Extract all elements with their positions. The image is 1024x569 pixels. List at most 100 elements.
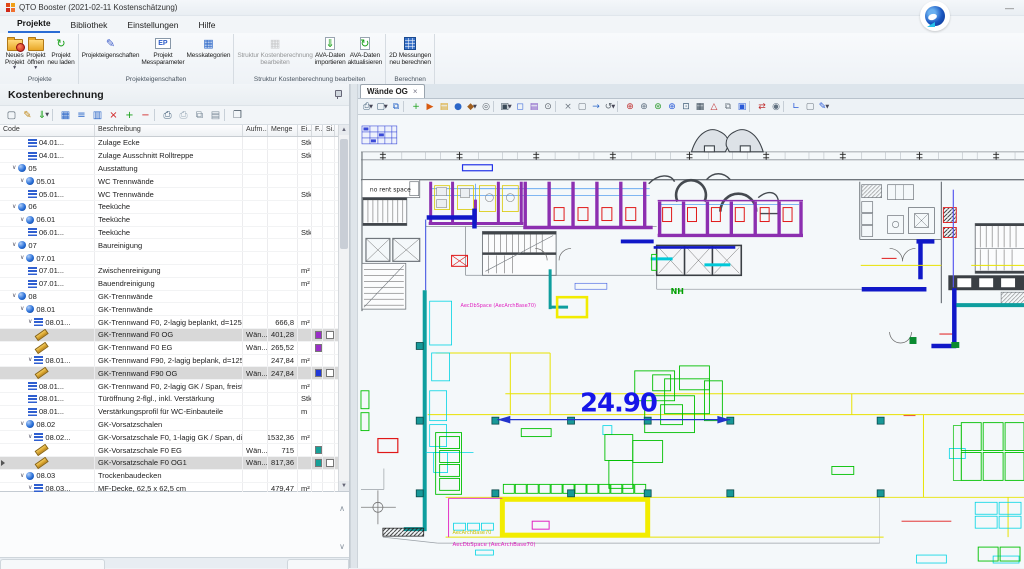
menu-item[interactable]: Bibliothek xyxy=(62,18,117,33)
collapse-chevron-icon[interactable]: ∨ xyxy=(20,306,24,312)
ribbon-button[interactable]: ▦ Messkategorien ▼ xyxy=(186,34,232,59)
visibility-swatch[interactable] xyxy=(326,459,334,467)
table-row[interactable]: ∨08.01... GK-Trennwand F0, 2-lagig bepla… xyxy=(0,316,338,329)
menu-item[interactable]: Einstellungen xyxy=(118,18,187,33)
select-region-icon[interactable]: ◻▼ xyxy=(513,100,527,113)
zoom-pan-icon[interactable]: ⊕▼ xyxy=(637,100,651,113)
tab-waende-og[interactable]: Wände OG × xyxy=(360,84,425,98)
tree-scrollbar[interactable]: ▲ ▼ xyxy=(338,125,349,491)
ribbon-button[interactable]: Projekt öffnen ▼ xyxy=(25,34,46,70)
visibility-icon[interactable]: ◉▼ xyxy=(769,100,783,113)
table-row[interactable]: ∨06.01 Teeküche xyxy=(0,214,338,227)
table-row[interactable]: ∨08.01... GK-Trennwand F90, 2-lagig bepl… xyxy=(0,355,338,368)
capture-image-icon[interactable]: ▤▼ xyxy=(527,100,541,113)
remove-entry-icon[interactable]: −▼ xyxy=(138,108,153,122)
tile-views-icon[interactable]: ▦▼ xyxy=(693,100,707,113)
table-row[interactable]: ∨ GK-Trennwand F90 OG Wän... 247,84 xyxy=(0,367,338,380)
scroll-down-icon[interactable]: ▼ xyxy=(339,481,349,491)
go-forward-icon[interactable]: →▼ xyxy=(589,100,603,113)
print-cancel-icon[interactable]: ⎙▼ xyxy=(176,108,191,122)
collapse-chevron-icon[interactable]: ∨ xyxy=(28,485,32,491)
table-header[interactable]: Code Beschreibung Aufm... Menge Ei... F.… xyxy=(0,125,338,137)
ribbon-button[interactable]: 2D Messungen neu berechnen ▼ xyxy=(388,34,432,66)
table-row[interactable]: ∨04.01... Zulage Ecke Stk xyxy=(0,137,338,150)
ribbon-button[interactable]: ↻ AVA-Daten aktualisieren ▼ xyxy=(347,34,384,66)
color-swatch[interactable] xyxy=(315,369,322,377)
table-row[interactable]: ∨06.01... Teeküche Stk xyxy=(0,227,338,240)
column-header[interactable]: F... xyxy=(312,125,323,136)
color-swatch[interactable] xyxy=(315,446,322,454)
collapse-chevron-icon[interactable]: ∨ xyxy=(20,255,24,261)
copy-icon[interactable]: ⧉▼ xyxy=(192,108,207,122)
add-measurement-icon[interactable]: +▼ xyxy=(409,100,423,113)
new-entry-icon[interactable]: ▢▼ xyxy=(4,108,19,122)
table-row[interactable]: ∨07.01 xyxy=(0,252,338,265)
floor-plan-canvas[interactable]: no rent space xyxy=(358,115,1024,568)
color-swatch[interactable] xyxy=(315,344,322,352)
separator[interactable]: ▼ xyxy=(154,109,159,121)
visibility-swatch[interactable] xyxy=(326,331,334,339)
table-row[interactable]: ∨ GK-Trennwand F0 OG Wän... 401,28 xyxy=(0,329,338,342)
collapse-down-icon[interactable]: ∨ xyxy=(339,542,345,551)
collapse-chevron-icon[interactable]: ∨ xyxy=(12,293,16,299)
scroll-up-icon[interactable]: ▲ xyxy=(339,125,349,135)
column-header[interactable]: Ei... xyxy=(298,125,312,136)
pivot-view-icon[interactable]: ▥▼ xyxy=(90,108,105,122)
ribbon-button[interactable]: ⇓ AVA-Daten importieren ▼ xyxy=(314,34,347,66)
export-icon[interactable]: ▢▼ xyxy=(375,100,389,113)
table-row[interactable]: ∨ GK-Vorsatzschale F0 OG1 Wän... 817,36 xyxy=(0,457,338,470)
draw-style-icon[interactable]: ✎▼ xyxy=(817,100,831,113)
ribbon-button[interactable]: Projekt Messparameter ▼ xyxy=(140,34,185,66)
table-row[interactable]: ∨07.01... Zwischenreinigung m² xyxy=(0,265,338,278)
close-view-icon[interactable]: ×▼ xyxy=(561,100,575,113)
table-row[interactable]: ∨07 Baureinigung xyxy=(0,239,338,252)
table-row[interactable]: ∨08.01 GK-Trennwände xyxy=(0,303,338,316)
pin-icon[interactable] xyxy=(334,90,341,99)
table-row[interactable]: ∨04.01... Zulage Ausschnitt Rolltreppe S… xyxy=(0,150,338,163)
collapse-chevron-icon[interactable]: ∨ xyxy=(12,204,16,210)
record-icon[interactable]: ◎▼ xyxy=(479,100,493,113)
browser-globe-icon[interactable]: ●▼ xyxy=(451,100,465,113)
zoom-refresh-icon[interactable]: ⊛▼ xyxy=(651,100,665,113)
add-entry-icon[interactable]: +▼ xyxy=(122,108,137,122)
display-settings-icon[interactable]: ▣▼ xyxy=(499,100,513,113)
panel-splitter[interactable] xyxy=(350,84,358,568)
zoom-select-icon[interactable]: ⊙▼ xyxy=(541,100,555,113)
column-header[interactable]: Aufm... xyxy=(243,125,268,136)
table-view-icon[interactable]: ▦▼ xyxy=(58,108,73,122)
list-view-icon[interactable]: ≡▼ xyxy=(74,108,89,122)
column-header[interactable]: Menge xyxy=(268,125,298,136)
collapse-chevron-icon[interactable]: ∨ xyxy=(12,165,16,171)
collapse-chevron-icon[interactable]: ∨ xyxy=(28,434,32,440)
minimize-button[interactable]: — xyxy=(1001,5,1018,11)
column-header[interactable]: Beschreibung xyxy=(95,125,243,136)
ribbon-button[interactable]: ✎ Projekteigenschaften ▼ xyxy=(81,34,141,59)
tab-close-icon[interactable]: × xyxy=(413,87,418,96)
table-row[interactable]: ∨08.02... GK-Vorsatzschale F0, 1-lagig G… xyxy=(0,431,338,444)
history-icon[interactable]: ↺▼ xyxy=(603,100,617,113)
title-bar[interactable]: QTO Booster (2021-02-11 Kostenschätzung)… xyxy=(0,0,1024,16)
table-row[interactable]: ∨08.01... Verstärkungsprofil für WC-Einb… xyxy=(0,406,338,419)
ucs-axes-icon[interactable]: ∟▼ xyxy=(789,100,803,113)
sync-icon[interactable]: ⇄▼ xyxy=(755,100,769,113)
color-swatch[interactable] xyxy=(315,331,322,339)
table-row[interactable]: ∨05 Ausstattung xyxy=(0,163,338,176)
table-row[interactable]: ∨08.02 GK-Vorsatzschalen xyxy=(0,419,338,432)
menu-item[interactable]: Projekte xyxy=(8,16,60,33)
table-row[interactable]: ∨05.01... WC Trennwände Stk xyxy=(0,188,338,201)
collapse-chevron-icon[interactable]: ∨ xyxy=(20,421,24,427)
collapse-chevron-icon[interactable]: ∨ xyxy=(12,242,16,248)
collapse-chevron-icon[interactable]: ∨ xyxy=(28,357,32,363)
table-row[interactable]: ∨08 GK-Trennwände xyxy=(0,291,338,304)
table-row[interactable]: ∨07.01... Bauendreinigung m² xyxy=(0,278,338,291)
paste-icon[interactable]: ▤▼ xyxy=(208,108,223,122)
table-row[interactable]: ∨05.01 WC Trennwände xyxy=(0,175,338,188)
print-icon[interactable]: ⎙▼ xyxy=(361,100,375,113)
ribbon-button[interactable]: ↻ Projekt neu laden ▼ xyxy=(46,34,75,66)
scrollbar-thumb[interactable] xyxy=(340,139,348,249)
new-sheet-icon[interactable]: ▢▼ xyxy=(575,100,589,113)
print-icon[interactable]: ⎙▼ xyxy=(160,108,175,122)
delete-entry-icon[interactable]: ×▼ xyxy=(106,108,121,122)
manage-users-icon[interactable]: ◆▼ xyxy=(465,100,479,113)
ribbon-button[interactable]: ▦ Struktur Kostenberechnung bearbeiten ▼ xyxy=(236,34,313,66)
